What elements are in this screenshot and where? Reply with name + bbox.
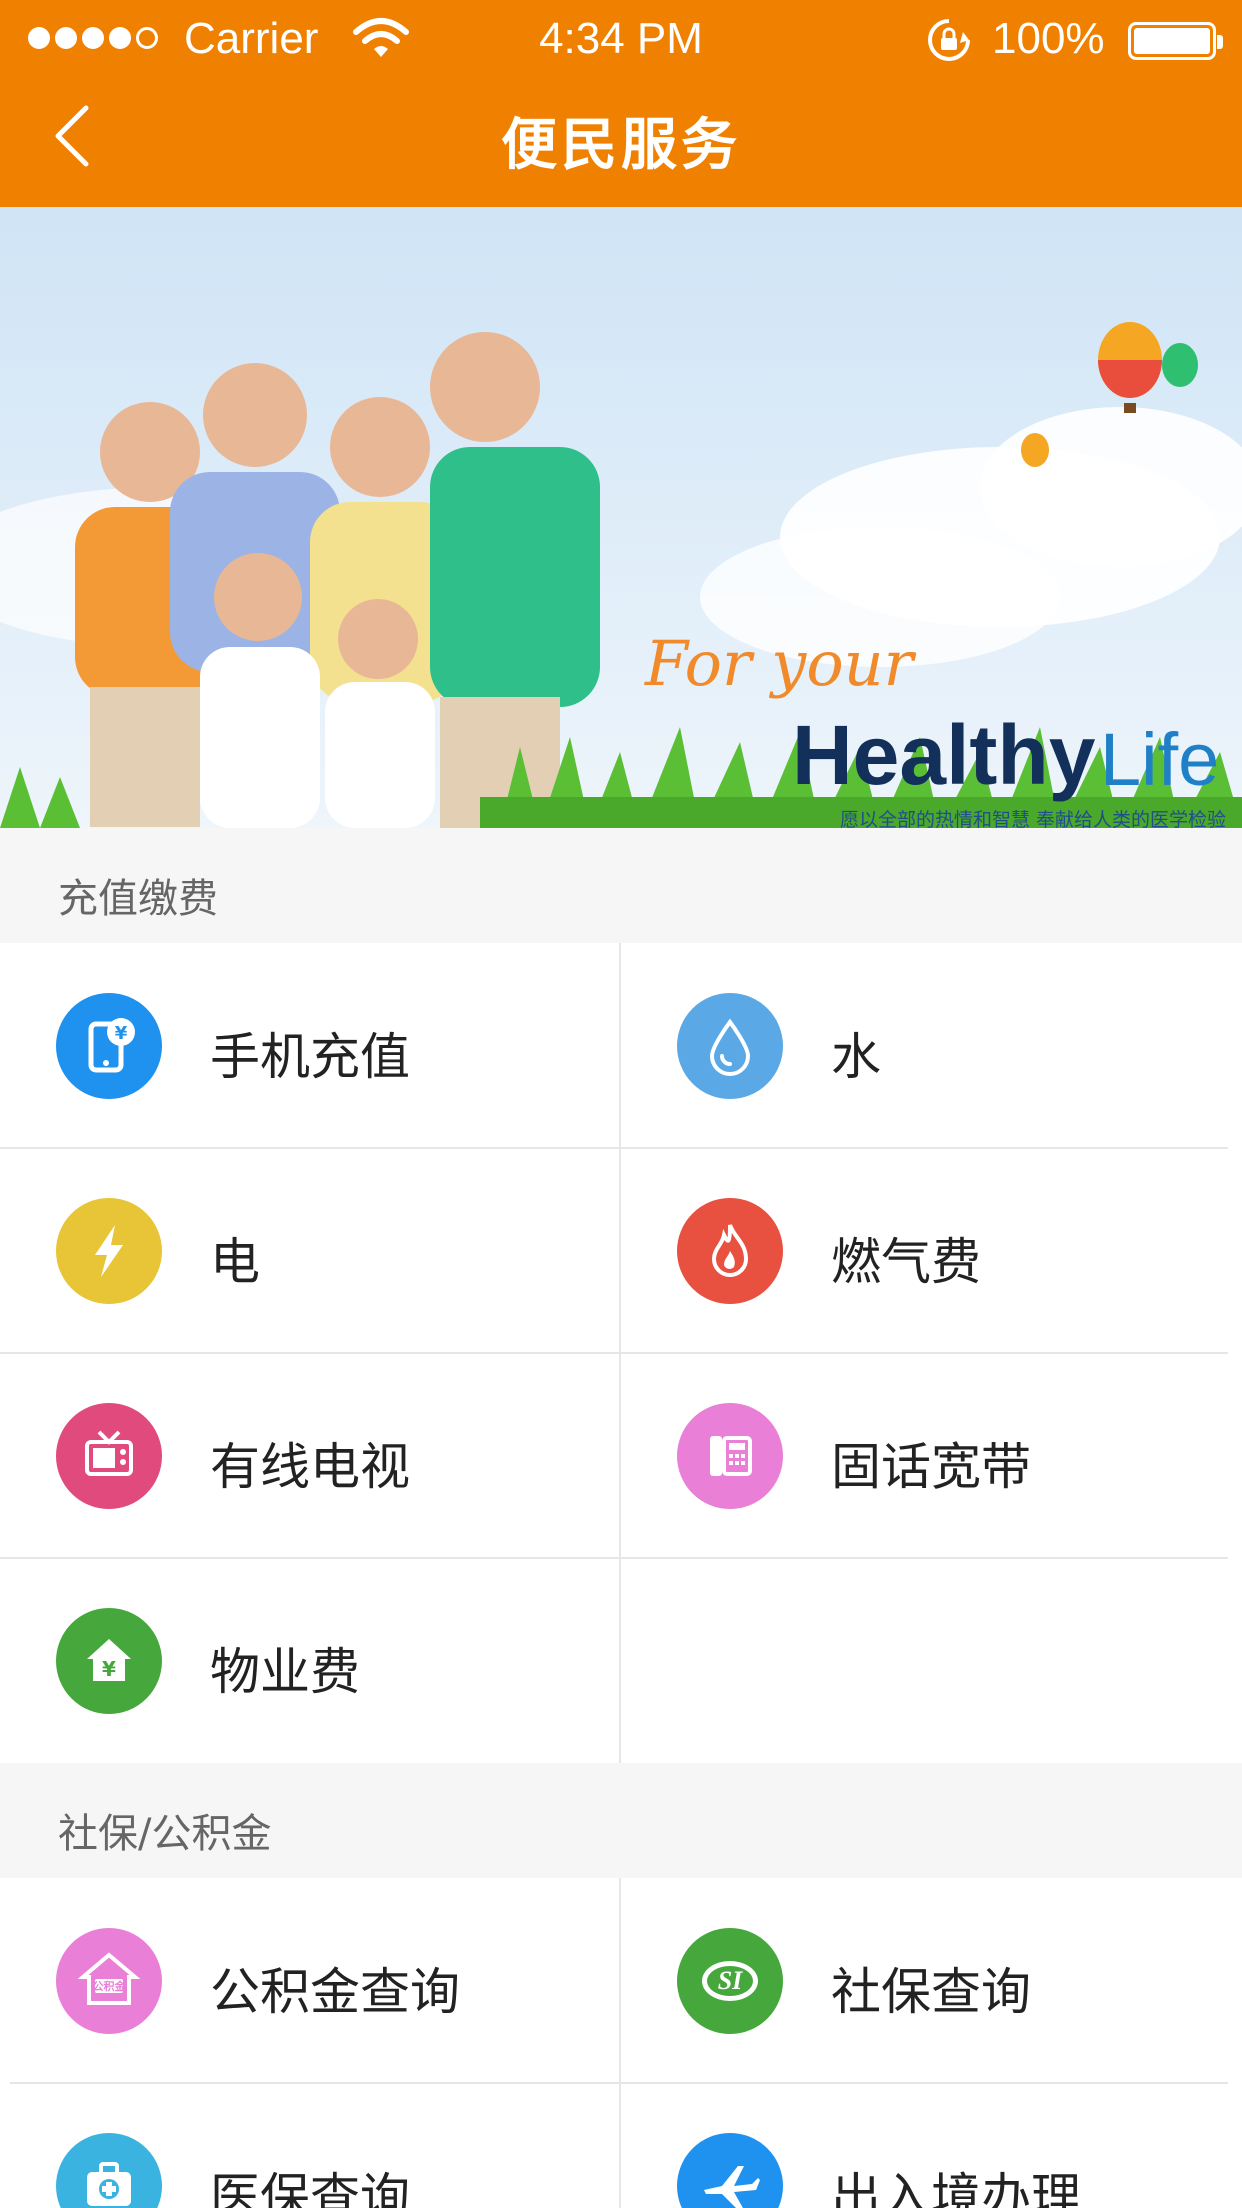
tv-icon	[56, 1403, 162, 1509]
section-header-social-security: 社保/公积金	[0, 1763, 1242, 1878]
grid-divider	[0, 1352, 1228, 1354]
grid-item-label: 有线电视	[210, 1438, 410, 1496]
health-banner[interactable]: For your Healthy Life 愿以全部的热情和智慧 奉献给人类的医…	[0, 207, 1242, 828]
grid-item-label: 社保查询	[831, 1963, 1031, 2021]
rotation-lock-icon	[925, 16, 973, 75]
banner-line2: Healthy	[792, 708, 1096, 802]
grid-item-electricity[interactable]: 电	[0, 1148, 620, 1351]
telephone-icon	[677, 1403, 783, 1509]
section-title: 社保/公积金	[58, 1811, 272, 1857]
grid-item-label: 固话宽带	[831, 1438, 1031, 1496]
grid-item-water[interactable]: 水	[621, 943, 1241, 1146]
svg-text:¥: ¥	[115, 1023, 128, 1044]
status-bar: Carrier 4:34 PM 100%	[0, 0, 1242, 80]
grid-divider	[10, 2082, 1228, 2084]
banner-line1: For your	[645, 627, 914, 700]
social-security-icon: SI	[677, 1928, 783, 2034]
medical-kit-icon	[56, 2133, 162, 2208]
housing-fund-icon-text: 公积金	[92, 1980, 126, 1993]
grid-divider	[0, 1147, 1228, 1149]
grid-item-mobile-recharge[interactable]: ¥ 手机充值	[0, 943, 620, 1146]
grid-item-housing-fund-query[interactable]: 公积金 公积金查询	[0, 1878, 620, 2081]
water-drop-icon	[677, 993, 783, 1099]
phone-recharge-icon: ¥	[56, 993, 162, 1099]
grid-item-gas[interactable]: 燃气费	[621, 1148, 1241, 1351]
grid-empty-cell	[621, 1558, 1241, 1761]
battery-icon	[1128, 22, 1223, 60]
grid-item-label: 水	[831, 1028, 881, 1086]
grid-item-label: 燃气费	[831, 1233, 981, 1291]
grid-item-label: 电	[210, 1233, 260, 1291]
grid-item-landline-broadband[interactable]: 固话宽带	[621, 1353, 1241, 1556]
section-header-recharge: 充值缴费	[0, 828, 1242, 943]
grid-item-cable-tv[interactable]: 有线电视	[0, 1353, 620, 1556]
banner-slogan: 愿以全部的热情和智慧 奉献给人类的医学检验事业	[840, 809, 1227, 828]
lightning-icon	[56, 1198, 162, 1304]
airplane-icon	[677, 2133, 783, 2208]
grid-item-label: 物业费	[210, 1643, 360, 1701]
grid-divider	[0, 1557, 1228, 1559]
housing-fund-icon: 公积金	[56, 1928, 162, 2034]
page-title: 便民服务	[501, 113, 741, 178]
grid-item-social-security-query[interactable]: SI 社保查询	[621, 1878, 1241, 2081]
grid-item-label: 出入境办理	[831, 2168, 1081, 2208]
grid-item-medical-insurance-query[interactable]: 医保查询	[0, 2083, 620, 2208]
social-security-icon-text: SI	[717, 1966, 743, 1995]
banner-line3: Life	[1100, 718, 1220, 801]
grid-divider	[619, 1878, 621, 2208]
house-yen-icon: ¥	[56, 1608, 162, 1714]
svg-text:¥: ¥	[102, 1657, 116, 1681]
battery-percent: 100%	[992, 14, 1105, 63]
grid-item-label: 手机充值	[210, 1028, 410, 1086]
flame-icon	[677, 1198, 783, 1304]
section-title: 充值缴费	[58, 876, 218, 922]
grid-item-exit-entry[interactable]: 出入境办理	[621, 2083, 1241, 2208]
grid-item-property-fee[interactable]: ¥ 物业费	[0, 1558, 620, 1761]
top-bar: Carrier 4:34 PM 100% 便民服务	[0, 0, 1242, 207]
grid-item-label: 医保查询	[210, 2168, 410, 2208]
grid-item-label: 公积金查询	[210, 1963, 460, 2021]
